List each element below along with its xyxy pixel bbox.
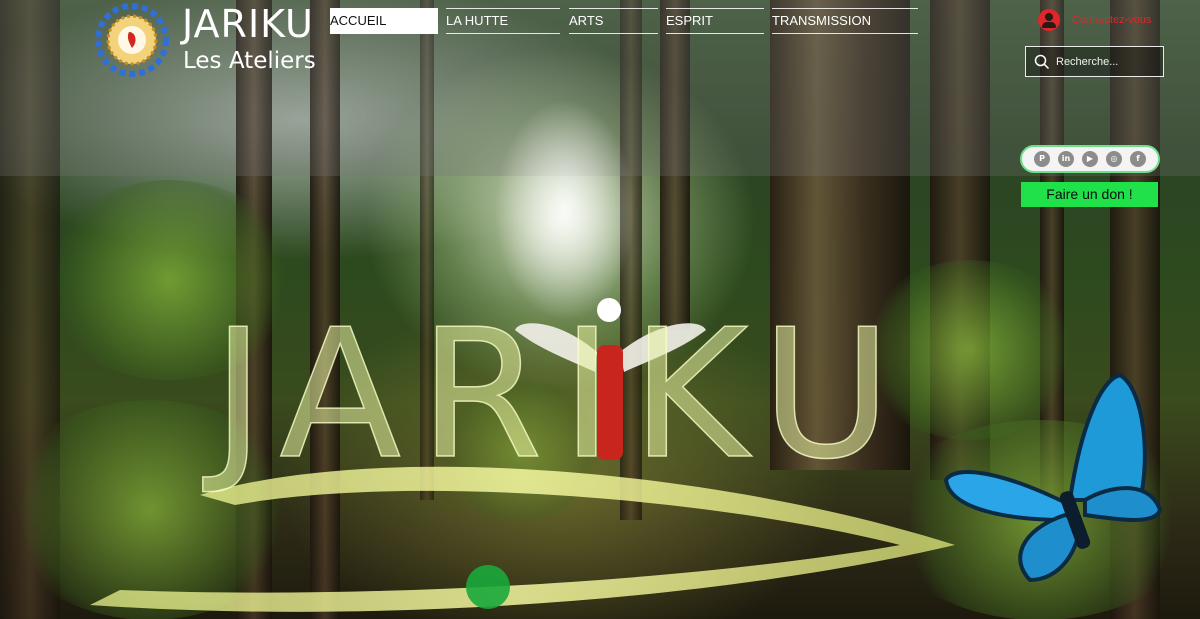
- hero-title: JARIKU: [211, 291, 910, 498]
- instagram-icon[interactable]: ◎: [1106, 151, 1122, 167]
- nav-item-la-hutte[interactable]: LA HUTTE: [446, 8, 560, 34]
- search-icon: [1034, 54, 1050, 69]
- nav-item-transmission[interactable]: TRANSMISSION: [772, 8, 918, 34]
- linkedin-icon[interactable]: in: [1058, 151, 1074, 167]
- nav-item-label: ARTS: [569, 13, 604, 28]
- brand-subtitle: Les Ateliers: [183, 48, 316, 74]
- login-label: Connectez-vous: [1072, 14, 1152, 26]
- nav-item-label: TRANSMISSION: [772, 13, 871, 28]
- pinterest-icon[interactable]: P: [1034, 151, 1050, 167]
- nav-item-label: LA HUTTE: [446, 13, 509, 28]
- search-input[interactable]: [1056, 55, 1156, 68]
- nav-item-esprit[interactable]: ESPRIT: [666, 8, 764, 34]
- social-bar: P in ▶ ◎ f: [1020, 145, 1160, 173]
- nav-item-label: ACCUEIL: [330, 13, 387, 28]
- facebook-icon[interactable]: f: [1130, 151, 1146, 167]
- butterfly: [943, 372, 1163, 583]
- nav-item-arts[interactable]: ARTS: [569, 8, 658, 34]
- donate-button[interactable]: Faire un don !: [1021, 182, 1158, 207]
- main-navigation: ACCUEIL LA HUTTE ARTS ESPRIT TRANSMISSIO…: [330, 8, 920, 34]
- brand-name[interactable]: JARIKU: [182, 2, 314, 46]
- nav-item-label: ESPRIT: [666, 13, 713, 28]
- nav-item-accueil[interactable]: ACCUEIL: [330, 8, 438, 34]
- youtube-icon[interactable]: ▶: [1082, 151, 1098, 167]
- green-ornament: [466, 565, 510, 609]
- sunlight-glow: [495, 100, 635, 320]
- user-avatar-icon: [1038, 9, 1060, 31]
- login-button[interactable]: Connectez-vous: [1038, 8, 1152, 32]
- page: JARIKU JARIKU Les Ateliers ACCUEIL LA HU…: [0, 0, 1200, 619]
- logo-sun-icon[interactable]: [94, 2, 170, 78]
- search-box[interactable]: [1025, 46, 1164, 77]
